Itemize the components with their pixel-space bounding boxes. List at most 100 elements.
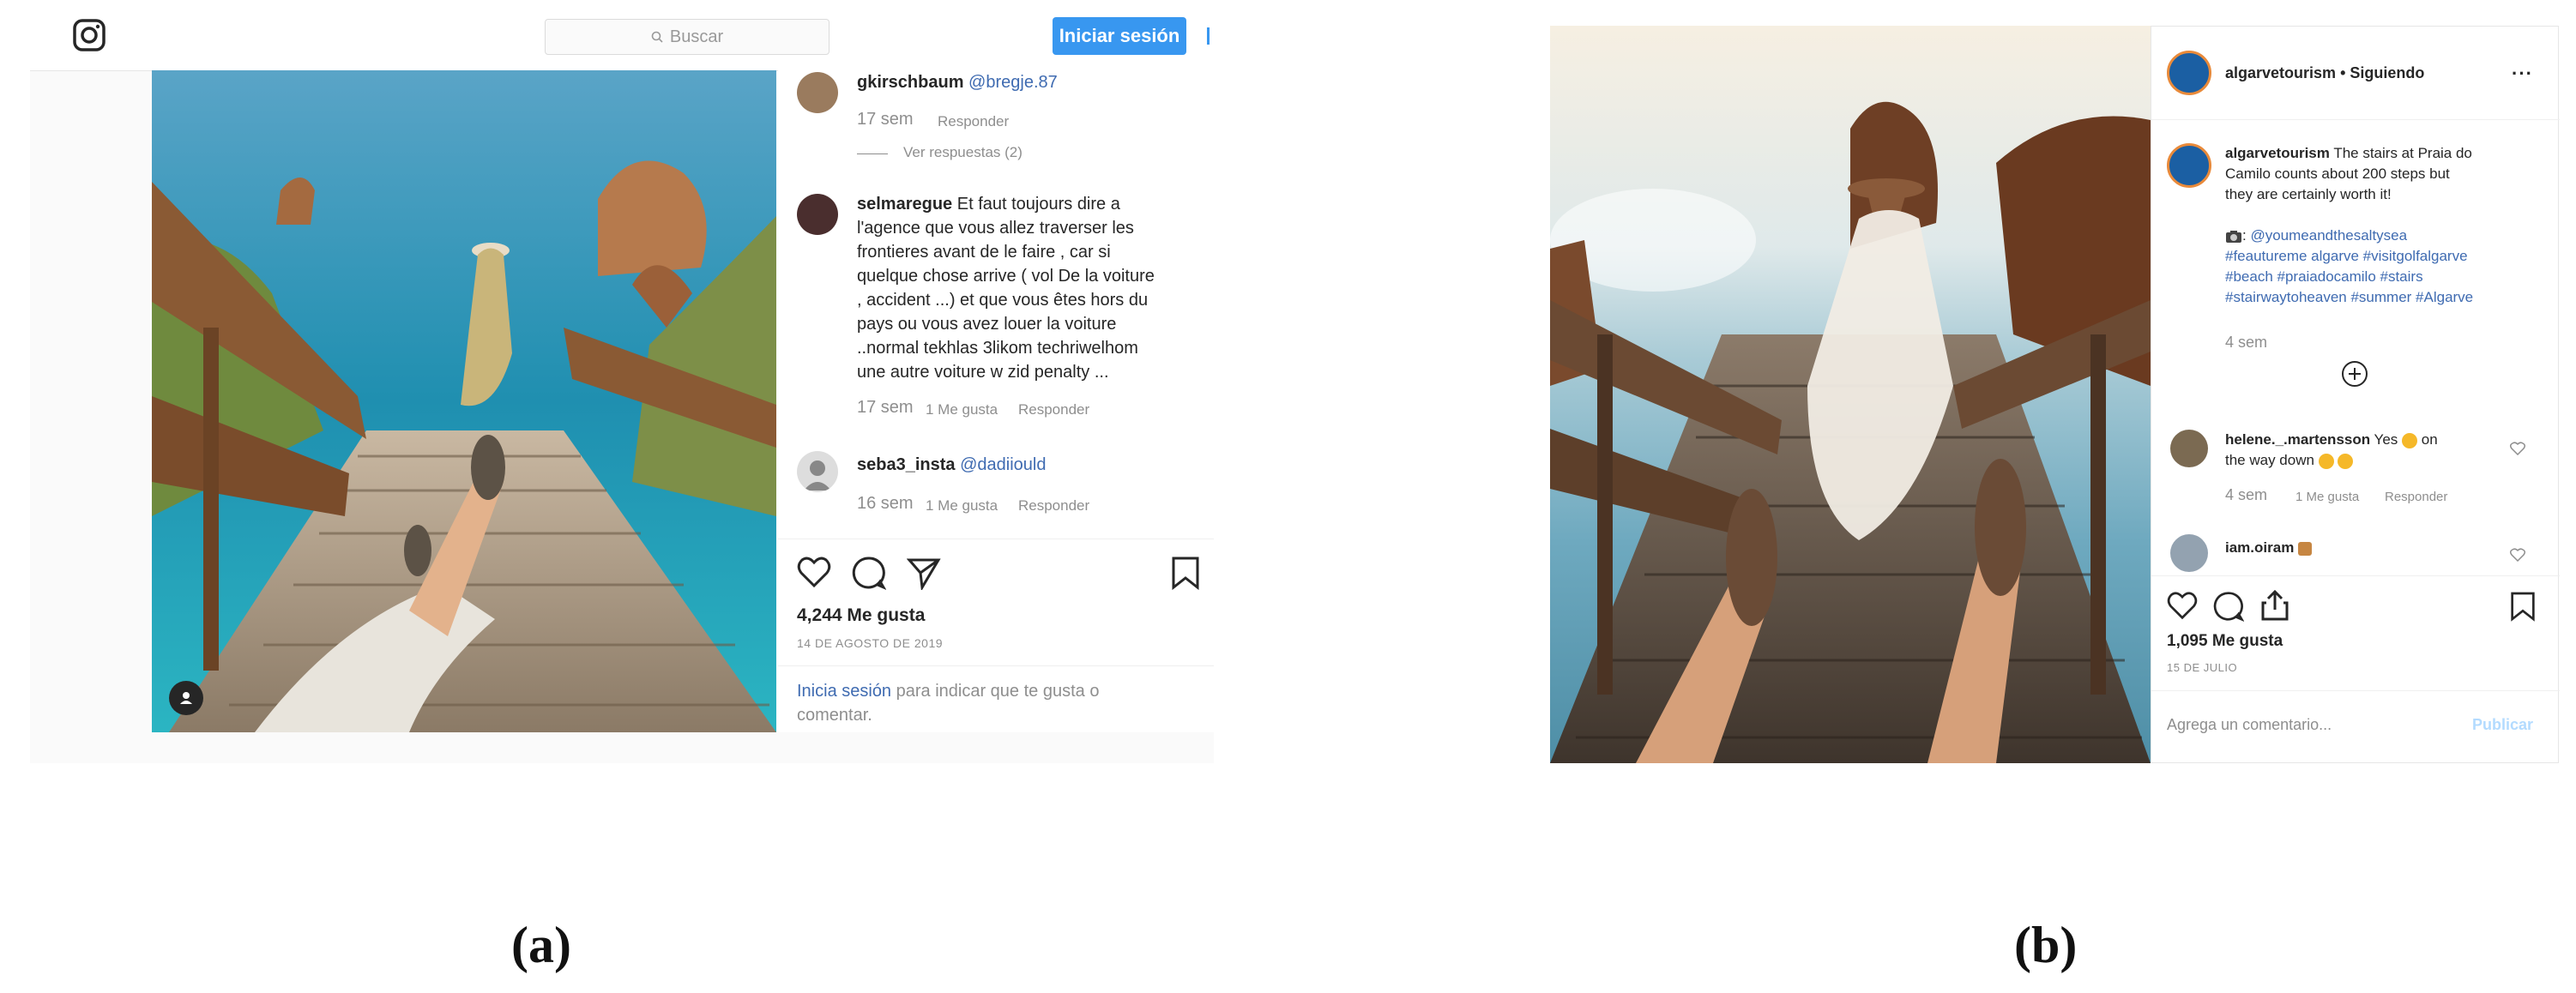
load-more-icon[interactable] bbox=[2340, 359, 2369, 388]
reply-link[interactable]: Responder bbox=[2385, 490, 2447, 504]
reply-link[interactable]: Responder bbox=[1018, 401, 1089, 418]
comment-time[interactable]: 16 sem bbox=[857, 494, 914, 514]
comment-text: on bbox=[2421, 431, 2438, 448]
comment-like-heart-icon[interactable] bbox=[2510, 442, 2525, 455]
post-photo[interactable] bbox=[1550, 26, 2151, 763]
caption-time[interactable]: 4 sem bbox=[2225, 334, 2267, 352]
avatar[interactable] bbox=[2170, 430, 2208, 467]
signup-link-edge[interactable] bbox=[1207, 27, 1210, 45]
comment-time[interactable]: 4 sem bbox=[2225, 486, 2267, 504]
comment-text-line: frontieres avant de le faire , car si bbox=[857, 243, 1111, 262]
header-username[interactable]: algarvetourism bbox=[2225, 64, 2336, 81]
post-caption: algarvetourism The stairs at Praia do Ca… bbox=[2225, 145, 2474, 305]
comment-mention[interactable]: @bregje.87 bbox=[968, 73, 1058, 92]
divider bbox=[2151, 119, 2560, 120]
likes-count[interactable]: 4,244 Me gusta bbox=[797, 605, 925, 626]
caption-credit[interactable]: @youmeandthesaltysea bbox=[2250, 227, 2407, 244]
caption-username[interactable]: algarvetourism bbox=[2225, 145, 2330, 161]
search-icon bbox=[651, 31, 663, 43]
avatar[interactable] bbox=[2167, 51, 2211, 95]
comment-text-line: , accident ...) et que vous êtes hors du bbox=[857, 291, 1149, 310]
caption-text: they are certainly worth it! bbox=[2225, 186, 2392, 202]
top-navigation-bar: Buscar Iniciar sesión bbox=[30, 0, 1214, 71]
comment-bubble-icon[interactable] bbox=[2213, 591, 2244, 622]
divider bbox=[2151, 575, 2560, 576]
reply-link[interactable]: Responder bbox=[1018, 497, 1089, 515]
post-photo[interactable] bbox=[152, 70, 776, 732]
comment: iam.oiram bbox=[2225, 539, 2313, 557]
comment-text-line: pays ou vous avez louer la voiture bbox=[857, 315, 1117, 334]
page-background-left bbox=[30, 70, 152, 763]
comment-username[interactable]: selmaregue bbox=[857, 195, 952, 214]
comment: seba3_insta @dadiiould bbox=[857, 453, 1046, 477]
comment: selmaregue Et faut toujours dire a l'age… bbox=[857, 192, 1209, 384]
more-options-icon[interactable]: ··· bbox=[2512, 63, 2533, 85]
login-link[interactable]: Inicia sesión bbox=[797, 682, 891, 701]
reply-link[interactable]: Responder bbox=[938, 113, 1009, 130]
like-heart-icon[interactable] bbox=[2167, 591, 2198, 620]
comments-panel: gkirschbaum @bregje.87 17 sem Responder … bbox=[778, 70, 1214, 732]
panel-b: algarvetourism • Siguiendo ··· algarveto… bbox=[1550, 26, 2560, 763]
search-input[interactable]: Buscar bbox=[545, 19, 830, 55]
comment-text: the way down bbox=[2225, 452, 2314, 468]
post-header: algarvetourism • Siguiendo bbox=[2225, 64, 2424, 82]
comment-time[interactable]: 17 sem bbox=[857, 398, 914, 418]
publish-button[interactable]: Publicar bbox=[2472, 716, 2533, 734]
comment-like-heart-icon[interactable] bbox=[2510, 548, 2525, 562]
comment-username[interactable]: gkirschbaum bbox=[857, 73, 963, 92]
comment-input[interactable]: Agrega un comentario... bbox=[2167, 716, 2332, 734]
caption-hashtags[interactable]: #beach #praiadocamilo #stairs bbox=[2225, 268, 2423, 285]
comment-text-line: quelque chose arrive ( vol De la voiture bbox=[857, 267, 1155, 286]
avatar[interactable] bbox=[797, 72, 838, 113]
panel-a: Buscar Iniciar sesión gkirschbaum @bregj… bbox=[30, 0, 1214, 763]
comment-text-line: ..normal tekhlas 3likom techriwelhom bbox=[857, 339, 1138, 358]
replies-divider bbox=[857, 153, 888, 154]
comment-text-line: l'agence que vous allez traverser les bbox=[857, 219, 1134, 238]
comment-username[interactable]: seba3_insta bbox=[857, 455, 956, 474]
instagram-logo-icon[interactable] bbox=[73, 19, 106, 51]
camera-icon bbox=[2225, 230, 2242, 244]
login-prompt: Inicia sesión para indicar que te gusta … bbox=[797, 679, 1099, 727]
caption-hashtags[interactable]: #feautureme algarve #visitgolfalgarve bbox=[2225, 248, 2468, 264]
comment-username[interactable]: helene._.martensson bbox=[2225, 431, 2370, 448]
search-placeholder: Buscar bbox=[669, 27, 724, 46]
avatar[interactable] bbox=[2170, 534, 2208, 572]
page-background-bottom bbox=[30, 732, 1214, 763]
caption-hashtags[interactable]: #stairwaytoheaven #summer #Algarve bbox=[2225, 289, 2473, 305]
avatar[interactable] bbox=[797, 451, 838, 492]
comment-text-line: Et faut toujours dire a bbox=[956, 195, 1120, 214]
figure-label-b: (b) bbox=[2014, 917, 2078, 973]
comment-bubble-icon[interactable] bbox=[852, 556, 886, 590]
view-replies-link[interactable]: Ver respuestas (2) bbox=[903, 144, 1023, 161]
share-upload-icon[interactable] bbox=[2259, 589, 2290, 622]
comment-likes[interactable]: 1 Me gusta bbox=[926, 401, 998, 418]
comment-text: Yes bbox=[2374, 431, 2398, 448]
avatar[interactable] bbox=[797, 194, 838, 235]
comment-text-line: une autre voiture w zid penalty ... bbox=[857, 363, 1109, 382]
share-plane-icon[interactable] bbox=[907, 556, 941, 590]
comment-time[interactable]: 17 sem bbox=[857, 110, 914, 129]
bookmark-icon[interactable] bbox=[1171, 556, 1200, 590]
avatar[interactable] bbox=[2167, 143, 2211, 188]
login-prompt-text: para indicar que te gusta o bbox=[896, 682, 1100, 701]
comment: gkirschbaum @bregje.87 bbox=[857, 70, 1058, 94]
post-date: 15 DE JULIO bbox=[2167, 661, 2238, 674]
comment-mention[interactable]: @dadiiould bbox=[960, 455, 1046, 474]
caption-text: The stairs at Praia do bbox=[2333, 145, 2472, 161]
emoji-face-icon bbox=[2402, 432, 2418, 448]
divider bbox=[2151, 690, 2560, 691]
like-heart-icon[interactable] bbox=[797, 556, 831, 588]
follow-status[interactable]: • Siguiendo bbox=[2340, 64, 2424, 81]
comment-likes[interactable]: 1 Me gusta bbox=[2295, 490, 2359, 504]
emoji-thumbs-icon bbox=[2298, 541, 2313, 556]
comment-likes[interactable]: 1 Me gusta bbox=[926, 497, 998, 515]
comment-username[interactable]: iam.oiram bbox=[2225, 539, 2294, 556]
caption-text: Camilo counts about 200 steps but bbox=[2225, 166, 2450, 182]
bookmark-icon[interactable] bbox=[2510, 591, 2536, 622]
login-prompt-text-2: comentar. bbox=[797, 706, 872, 725]
user-tag-icon[interactable] bbox=[172, 684, 200, 712]
likes-count[interactable]: 1,095 Me gusta bbox=[2167, 632, 2283, 651]
divider bbox=[778, 665, 1214, 666]
login-button[interactable]: Iniciar sesión bbox=[1053, 17, 1186, 55]
comment: helene._.martensson Yes on the way down bbox=[2225, 430, 2517, 471]
